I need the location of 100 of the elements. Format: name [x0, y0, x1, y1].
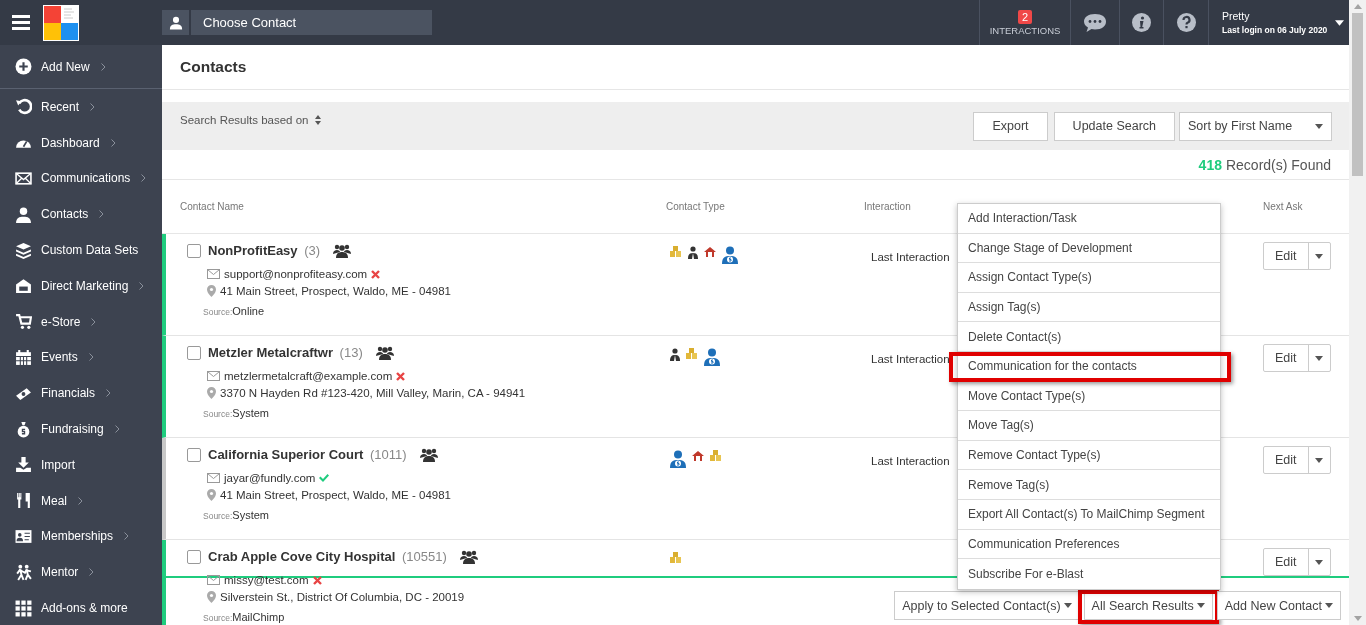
group-icon — [375, 345, 394, 360]
scroll-down-arrow-icon[interactable] — [1353, 616, 1362, 621]
caret-icon — [1315, 457, 1324, 463]
location-pin-icon — [207, 285, 216, 297]
caret-icon — [1315, 559, 1324, 565]
sidebar-item[interactable]: Contacts — [0, 196, 162, 233]
house-icon — [692, 450, 704, 462]
sort-select[interactable]: Sort by First Name — [1179, 111, 1332, 141]
info-icon[interactable] — [1132, 13, 1151, 32]
menu-item[interactable]: Assign Contact Type(s) — [958, 263, 1220, 293]
caret-icon — [1315, 253, 1324, 259]
scrollbar[interactable] — [1349, 0, 1366, 625]
record-count: 418 — [1198, 156, 1222, 173]
sidebar-item[interactable]: Direct Marketing — [0, 268, 162, 304]
chat-icon[interactable] — [1083, 12, 1107, 33]
menu-icon[interactable] — [12, 15, 30, 30]
column-header: Interaction — [864, 201, 912, 212]
toolbar-button[interactable]: Update Search — [1053, 111, 1175, 141]
logo[interactable] — [43, 4, 79, 41]
sidebar-item[interactable]: Mentor — [0, 554, 162, 591]
sidebar-item[interactable]: Financials — [0, 375, 162, 412]
contact-name[interactable]: NonProfitEasy (3) — [208, 243, 321, 258]
contact-email[interactable]: support@nonprofiteasy.com — [224, 268, 368, 280]
cutlery-icon — [15, 492, 32, 510]
contact-name[interactable]: Metzler Metalcraftwr (13) — [208, 345, 363, 360]
menu-item[interactable]: Remove Tag(s) — [958, 470, 1220, 500]
sidebar-item[interactable]: Communications — [0, 160, 162, 197]
scrollbar-thumb[interactable] — [1352, 13, 1363, 176]
edit-button[interactable]: Edit — [1263, 548, 1331, 576]
sidebar-item[interactable]: Meal — [0, 482, 162, 519]
contact-search-field[interactable]: Choose Contact — [191, 10, 432, 35]
envelope-icon — [207, 473, 220, 483]
sidebar-item[interactable]: Events — [0, 339, 162, 376]
location-pin-icon — [207, 489, 216, 501]
menu-item[interactable]: Communication for the contacts — [958, 351, 1220, 382]
figures-icon — [15, 563, 32, 581]
menu-item[interactable]: Move Tag(s) — [958, 411, 1220, 441]
sort-arrows-icon[interactable] — [314, 115, 321, 125]
menu-item[interactable]: Move Contact Type(s) — [958, 381, 1220, 412]
help-icon[interactable] — [1176, 13, 1196, 32]
action-dropdown-button[interactable]: Add New Contact — [1216, 591, 1341, 620]
menu-item[interactable]: Remove Contact Type(s) — [958, 440, 1220, 471]
row-checkbox[interactable] — [187, 447, 201, 462]
menu-item[interactable]: Change Stage of Development — [958, 233, 1220, 264]
menu-item[interactable]: Subscribe For e-Blast — [958, 559, 1220, 589]
businessman-icon — [670, 348, 680, 361]
sidebar-item[interactable]: Memberships — [0, 518, 162, 555]
contact-address: 41 Main Street, Prospect, Waldo, ME - 04981 — [220, 489, 451, 501]
contact-picker-button[interactable] — [162, 10, 189, 35]
action-dropdown-button[interactable]: Apply to Selected Contact(s) — [894, 591, 1080, 620]
edit-button[interactable]: Edit — [1263, 344, 1331, 372]
page-title: Contacts — [180, 58, 247, 76]
caret-icon — [1335, 19, 1345, 26]
contact-email[interactable]: jayar@fundly.com — [224, 472, 316, 484]
row-checkbox[interactable] — [187, 345, 201, 360]
sidebar-item[interactable]: Fundraising — [0, 411, 162, 447]
contact-address: 3370 N Hayden Rd #123-420, Mill Valley, Marin, CA - 94941 — [220, 387, 526, 399]
sidebar-item[interactable]: Add-ons & more — [0, 590, 162, 625]
edit-button[interactable]: Edit — [1263, 446, 1331, 474]
row-checkbox[interactable] — [187, 243, 201, 258]
interactions-label[interactable]: INTERACTIONS — [989, 24, 1061, 36]
sidebar-item[interactable]: Dashboard — [0, 124, 162, 161]
menu-item[interactable]: Assign Tag(s) — [958, 292, 1220, 323]
envelope-icon — [15, 170, 32, 187]
sidebar-item[interactable]: Custom Data Sets — [0, 232, 162, 268]
donor-icon — [704, 348, 720, 366]
coin-stack-icon — [670, 246, 682, 257]
interaction-text: Last Interaction — [871, 251, 950, 263]
source-label: Source: — [203, 307, 233, 317]
sidebar-item[interactable]: e-Store — [0, 303, 162, 340]
coin-stack-icon — [710, 450, 722, 461]
house-icon — [704, 246, 716, 258]
house-icon — [15, 277, 32, 295]
contact-email[interactable]: metzlermetalcraft@example.com — [224, 370, 393, 382]
layers-icon — [15, 241, 32, 259]
toolbar-button[interactable]: Export — [973, 111, 1048, 141]
add-new-item[interactable]: Add New — [0, 45, 162, 89]
menu-item[interactable]: Export All Contact(s) To MailChimp Segment — [958, 499, 1220, 530]
group-icon — [333, 243, 352, 258]
caret-icon — [1315, 123, 1323, 129]
edit-button[interactable]: Edit — [1263, 242, 1331, 270]
menu-item[interactable]: Add Interaction/Task — [958, 204, 1220, 234]
interaction-count-badge[interactable]: 2 — [1017, 9, 1033, 24]
source-value: Online — [232, 305, 265, 317]
person-icon — [15, 205, 32, 223]
sidebar-item[interactable]: Recent — [0, 89, 162, 125]
menu-item[interactable]: Communication Preferences — [958, 529, 1220, 560]
contact-name[interactable]: Crab Apple Cove City Hospital (10551) — [208, 549, 447, 564]
donor-icon — [722, 246, 738, 264]
group-icon — [419, 447, 438, 462]
sidebar-item[interactable]: Import — [0, 446, 162, 483]
envelope-icon — [207, 269, 220, 279]
column-header: Contact Name — [179, 201, 245, 212]
donor-icon — [670, 450, 686, 468]
caret-icon — [1063, 603, 1072, 608]
menu-item[interactable]: Delete Contact(s) — [958, 322, 1220, 352]
scroll-up-arrow-icon[interactable] — [1353, 4, 1362, 9]
interaction-text: Last Interaction — [871, 353, 950, 365]
contact-name[interactable]: California Superior Court (1011) — [208, 447, 407, 462]
row-checkbox[interactable] — [187, 549, 201, 564]
